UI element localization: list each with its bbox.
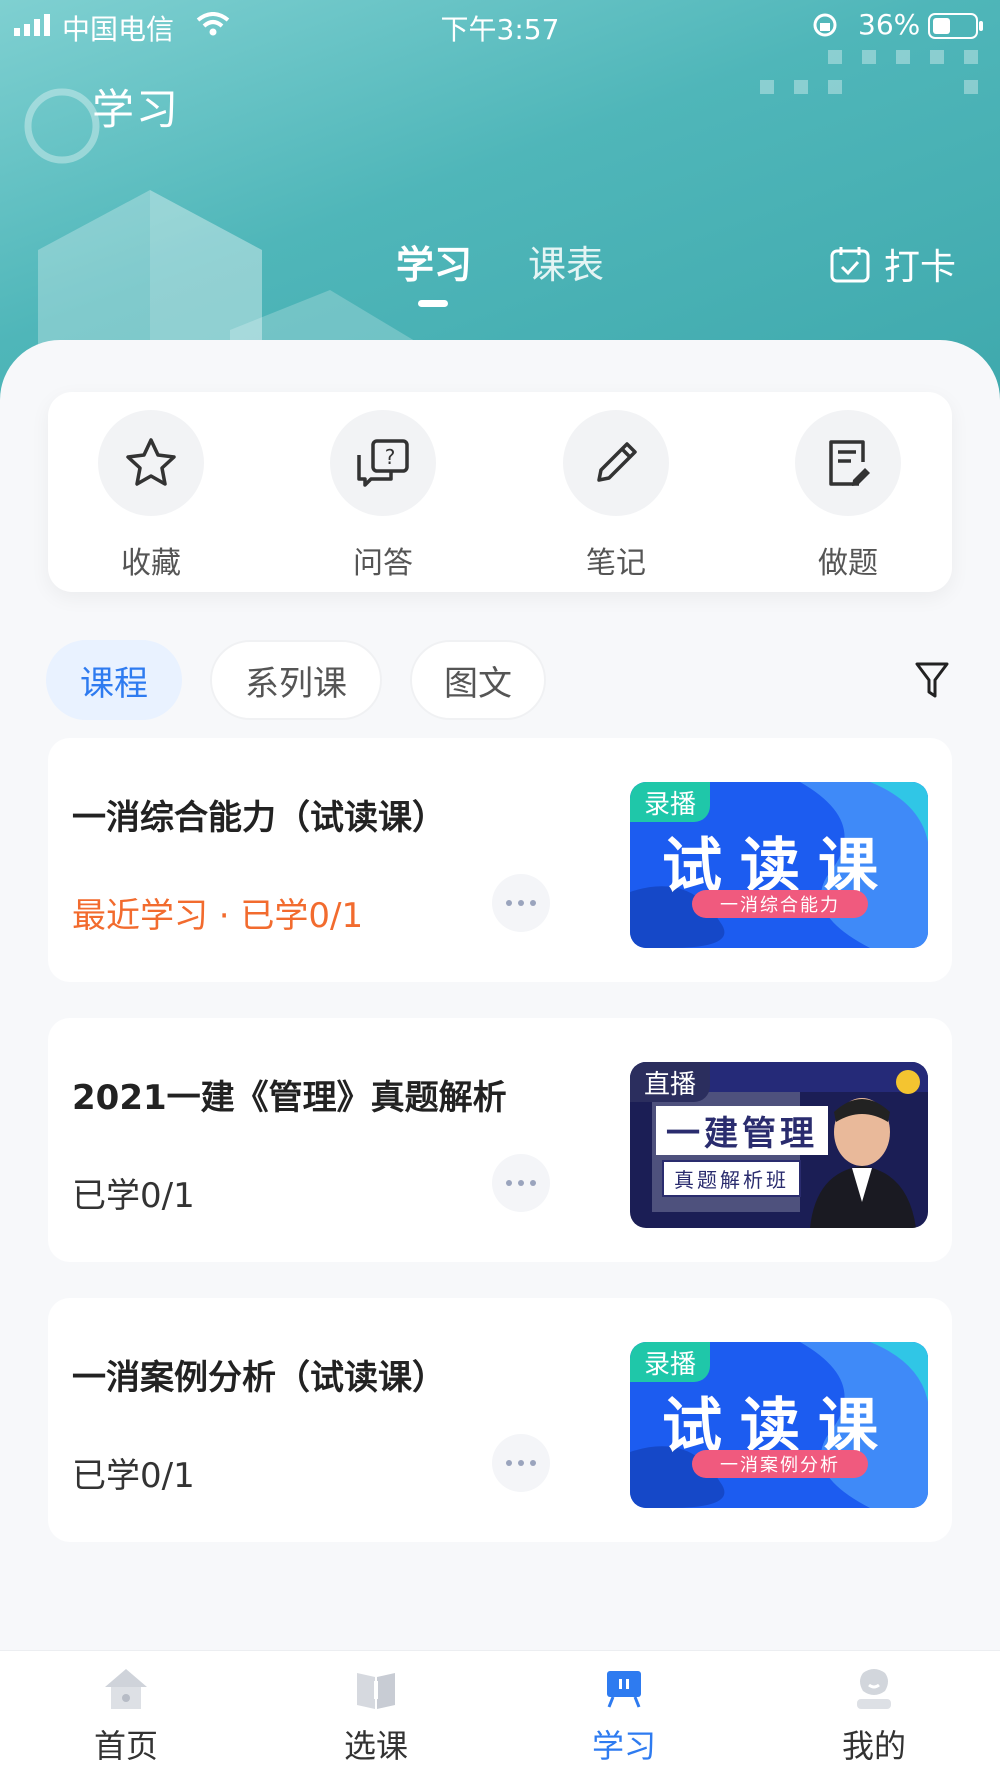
nav-study[interactable]: 学习 [554, 1667, 694, 1767]
pencil-icon [597, 442, 637, 482]
nav-home[interactable]: 首页 [56, 1667, 196, 1767]
status-bar: 中国电信 下午3:57 36% [0, 0, 1000, 50]
tool-icon-circle [795, 410, 901, 516]
svg-text:?: ? [385, 445, 396, 469]
tool-qa[interactable]: ? 问答 [308, 410, 458, 582]
tool-exercises[interactable]: 做题 [773, 410, 923, 582]
course-title: 一消案例分析（试读课） [72, 1358, 446, 1398]
book-icon [357, 1673, 395, 1709]
course-progress: 最近学习 · 已学0/1 [72, 896, 364, 936]
filter-chips: 课程 系列课 图文 [46, 640, 956, 720]
nav-profile[interactable]: 我的 [804, 1667, 944, 1767]
profile-icon [857, 1669, 891, 1709]
rotation-lock-icon [813, 13, 837, 37]
tool-favorites[interactable]: 收藏 [76, 410, 226, 582]
more-options-button[interactable] [492, 874, 550, 932]
exercise-icon [829, 440, 870, 486]
funnel-icon[interactable] [914, 660, 950, 700]
battery-icon [928, 13, 983, 39]
chip-courses[interactable]: 课程 [46, 640, 182, 720]
course-card[interactable]: 2021一建《管理》真题解析 已学0/1 直播 一建管理 真题解析班 [48, 1018, 952, 1262]
thumbnail-badge: 录播 [630, 1342, 711, 1382]
tool-label: 收藏 [121, 546, 181, 581]
tool-label: 笔记 [586, 546, 646, 581]
checkin-button[interactable]: 打卡 [830, 238, 956, 290]
course-thumbnail: 直播 一建管理 真题解析班 [630, 1062, 928, 1228]
chip-articles[interactable]: 图文 [410, 640, 546, 720]
study-icon [607, 1671, 641, 1708]
course-card[interactable]: 一消综合能力（试读课） 最近学习 · 已学0/1 录播 试读课 一消综合能力 [48, 738, 952, 982]
thumbnail-badge: 直播 [630, 1062, 711, 1102]
tab-schedule[interactable]: 课表 [528, 234, 604, 289]
course-thumbnail: 录播 试读课 一消案例分析 [630, 1342, 928, 1508]
star-icon [126, 438, 176, 486]
course-thumbnail: 录播 试读课 一消综合能力 [630, 782, 928, 948]
nav-label: 选课 [343, 1727, 408, 1765]
tool-label: 做题 [818, 546, 878, 581]
clock: 下午3:57 [440, 13, 560, 46]
course-title: 2021一建《管理》真题解析 [72, 1078, 507, 1118]
thumbnail-badge: 录播 [630, 782, 711, 822]
tab-study[interactable]: 学习 [396, 234, 472, 289]
more-options-button[interactable] [492, 1434, 550, 1492]
battery-percent: 36% [858, 8, 921, 41]
thumbnail-subtitle: 一消案例分析 [692, 1450, 868, 1478]
active-tab-indicator [418, 300, 448, 307]
page-title: 学习 [92, 85, 181, 134]
nav-label: 我的 [841, 1727, 906, 1765]
course-card[interactable]: 一消案例分析（试读课） 已学0/1 录播 试读课 一消案例分析 [48, 1298, 952, 1542]
tool-icon-circle: ? [330, 410, 436, 516]
checkin-label: 打卡 [884, 247, 957, 288]
course-progress: 已学0/1 [72, 1456, 195, 1496]
main-panel: 收藏 ? 问答 笔记 做题 课程 系列课 图文 一消综合能力（试读课） 最近学习… [0, 340, 1000, 1650]
nav-label: 学习 [591, 1727, 656, 1765]
bottom-nav: 首页 选课 学习 我的 [0, 1650, 1000, 1778]
thumbnail-subtitle: 真题解析班 [662, 1160, 801, 1197]
tool-notes[interactable]: 笔记 [541, 410, 691, 582]
home-icon [105, 1669, 147, 1709]
tool-icon-circle [98, 410, 204, 516]
qa-icon: ? [357, 439, 409, 487]
chip-series[interactable]: 系列课 [210, 640, 382, 720]
tools-card: 收藏 ? 问答 笔记 做题 [48, 392, 952, 592]
nav-courses[interactable]: 选课 [306, 1667, 446, 1767]
more-options-button[interactable] [492, 1154, 550, 1212]
tool-icon-circle [563, 410, 669, 516]
course-title: 一消综合能力（试读课） [72, 798, 446, 838]
tool-label: 问答 [353, 546, 413, 581]
nav-label: 首页 [93, 1727, 158, 1765]
calendar-check-icon [830, 247, 870, 283]
thumbnail-subtitle: 一消综合能力 [692, 890, 868, 918]
course-progress: 已学0/1 [72, 1176, 195, 1216]
thumbnail-headline: 一建管理 [656, 1106, 828, 1155]
